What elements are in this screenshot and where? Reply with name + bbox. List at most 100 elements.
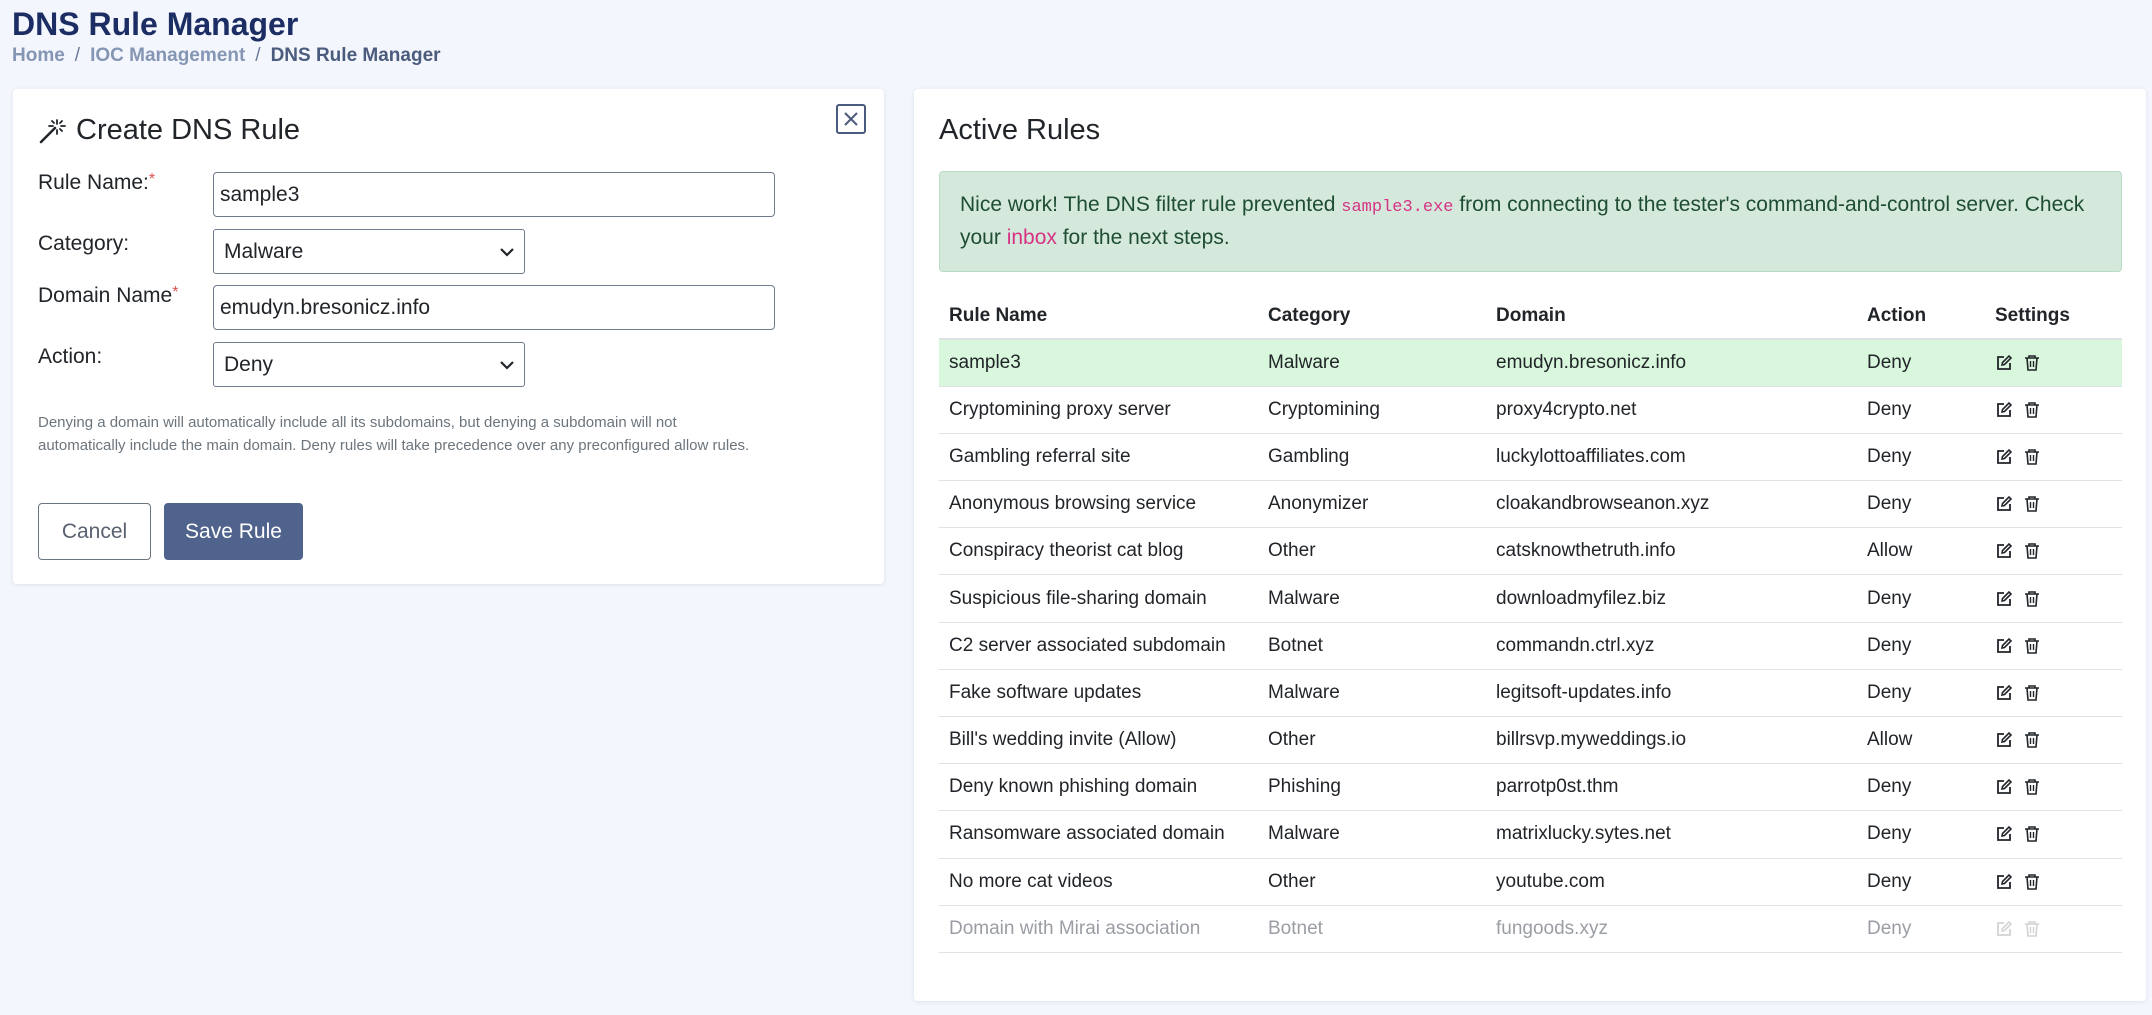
category-cell: Malware <box>1258 339 1486 387</box>
table-row: No more cat videos Other youtube.com Deny <box>939 858 2122 906</box>
edit-icon[interactable] <box>1995 684 2013 702</box>
trash-icon[interactable] <box>2023 825 2041 843</box>
trash-icon[interactable] <box>2023 448 2041 466</box>
domain-label: Domain Name* <box>38 284 178 308</box>
edit-icon[interactable] <box>1995 778 2013 796</box>
help-text: Denying a domain will automatically incl… <box>38 414 750 454</box>
row-actions <box>1995 354 2112 372</box>
row-actions <box>1995 778 2112 796</box>
edit-icon[interactable] <box>1995 590 2013 608</box>
category-cell: Malware <box>1258 574 1486 623</box>
domain-input[interactable]: emudyn.bresonicz.info <box>213 285 775 330</box>
breadcrumb-separator: / <box>74 45 81 66</box>
settings-cell <box>1985 716 2122 765</box>
edit-icon[interactable] <box>1995 920 2013 938</box>
settings-cell <box>1985 480 2122 529</box>
rule-name-cell: No more cat videos <box>939 858 1258 906</box>
category-cell: Phishing <box>1258 763 1486 812</box>
edit-icon[interactable] <box>1995 731 2013 749</box>
row-actions <box>1995 542 2112 560</box>
row-actions <box>1995 495 2112 513</box>
table-row: Gambling referral site Gambling luckylotto… <box>939 433 2122 482</box>
rule-name-label-text: Rule Name: <box>38 171 149 194</box>
rule-name-cell: Bill's wedding invite (Allow) <box>939 716 1258 765</box>
domain-cell: legitsoft-updates.info <box>1486 669 1857 718</box>
table-row: Domain with Mirai association Botnet fungo… <box>939 905 2122 953</box>
action-select[interactable]: Deny <box>213 342 525 387</box>
trash-icon[interactable] <box>2023 920 2041 938</box>
edit-icon[interactable] <box>1995 542 2013 560</box>
edit-icon[interactable] <box>1995 495 2013 513</box>
trash-icon[interactable] <box>2023 354 2041 372</box>
table-row: Bill's wedding invite (Allow) Other billrs… <box>939 716 2122 765</box>
column-header-rule-name: Rule Name <box>939 293 1258 340</box>
rule-name-cell: Cryptomining proxy server <box>939 386 1258 434</box>
trash-icon[interactable] <box>2023 637 2041 655</box>
row-actions <box>1995 401 2112 419</box>
inbox-link[interactable]: inbox <box>1007 226 1057 249</box>
category-select[interactable]: Malware <box>213 229 525 274</box>
domain-cell: fungoods.xyz <box>1486 905 1857 953</box>
trash-icon[interactable] <box>2023 731 2041 749</box>
alert-filename: sample3.exe <box>1341 198 1454 217</box>
rule-name-cell: sample3 <box>939 339 1258 387</box>
edit-icon[interactable] <box>1995 401 2013 419</box>
table-row: Cryptomining proxy server Cryptomining pro… <box>939 386 2122 434</box>
category-cell: Botnet <box>1258 905 1486 953</box>
settings-cell <box>1985 386 2122 434</box>
action-cell: Deny <box>1857 433 1985 482</box>
edit-icon[interactable] <box>1995 354 2013 372</box>
table-row: sample3 Malware emudyn.bresonicz.info Deny <box>939 339 2122 387</box>
trash-icon[interactable] <box>2023 542 2041 560</box>
edit-icon[interactable] <box>1995 448 2013 466</box>
edit-icon[interactable] <box>1995 637 2013 655</box>
trash-icon[interactable] <box>2023 590 2041 608</box>
domain-cell: catsknowthetruth.info <box>1486 527 1857 576</box>
cancel-button[interactable]: Cancel <box>38 503 151 560</box>
breadcrumb: Home / IOC Management / DNS Rule Manager <box>12 45 441 67</box>
table-row: C2 server associated subdomain Botnet comm… <box>939 622 2122 670</box>
row-actions <box>1995 920 2112 938</box>
alert-text: Nice work! The DNS filter rule prevented <box>960 193 1342 216</box>
category-value: Malware <box>224 239 304 263</box>
settings-cell <box>1985 527 2122 576</box>
required-mark: * <box>148 171 156 188</box>
domain-cell: billrsvp.myweddings.io <box>1486 716 1857 765</box>
trash-icon[interactable] <box>2023 684 2041 702</box>
trash-icon[interactable] <box>2023 401 2041 419</box>
row-actions <box>1995 448 2112 466</box>
domain-label-text: Domain Name <box>38 284 173 307</box>
rule-name-cell: Suspicious file-sharing domain <box>939 574 1258 623</box>
edit-icon[interactable] <box>1995 825 2013 843</box>
create-rule-card: Create DNS Rule Rule Name:* sample3 Cate… <box>13 89 884 584</box>
table-row: Conspiracy theorist cat blog Other catskno… <box>939 527 2122 576</box>
trash-icon[interactable] <box>2023 495 2041 513</box>
row-actions <box>1995 684 2112 702</box>
required-mark: * <box>172 284 179 301</box>
rule-name-cell: Conspiracy theorist cat blog <box>939 527 1258 576</box>
settings-cell <box>1985 905 2122 953</box>
column-header-action: Action <box>1857 293 1985 340</box>
trash-icon[interactable] <box>2023 778 2041 796</box>
row-actions <box>1995 731 2112 749</box>
save-rule-button[interactable]: Save Rule <box>164 503 303 560</box>
category-cell: Gambling <box>1258 433 1486 482</box>
active-rules-title: Active Rules <box>939 114 1101 146</box>
breadcrumb-home[interactable]: Home <box>12 45 65 67</box>
action-value: Deny <box>224 352 274 376</box>
rule-name-input[interactable]: sample3 <box>213 172 775 217</box>
column-header-domain: Domain <box>1486 293 1857 340</box>
row-actions <box>1995 590 2112 608</box>
breadcrumb-ioc-management[interactable]: IOC Management <box>90 45 245 67</box>
table-row: Deny known phishing domain Phishing parrot… <box>939 763 2122 812</box>
trash-icon[interactable] <box>2023 873 2041 891</box>
action-cell: Allow <box>1857 716 1985 765</box>
edit-icon[interactable] <box>1995 873 2013 891</box>
rule-name-value: sample3 <box>220 182 300 206</box>
magic-wand-icon <box>39 118 66 143</box>
settings-cell <box>1985 810 2122 859</box>
domain-cell: youtube.com <box>1486 858 1857 906</box>
table-row: Anonymous browsing service Anonymizer cloa… <box>939 480 2122 529</box>
close-button[interactable] <box>836 104 866 134</box>
domain-value: emudyn.bresonicz.info <box>220 295 431 319</box>
